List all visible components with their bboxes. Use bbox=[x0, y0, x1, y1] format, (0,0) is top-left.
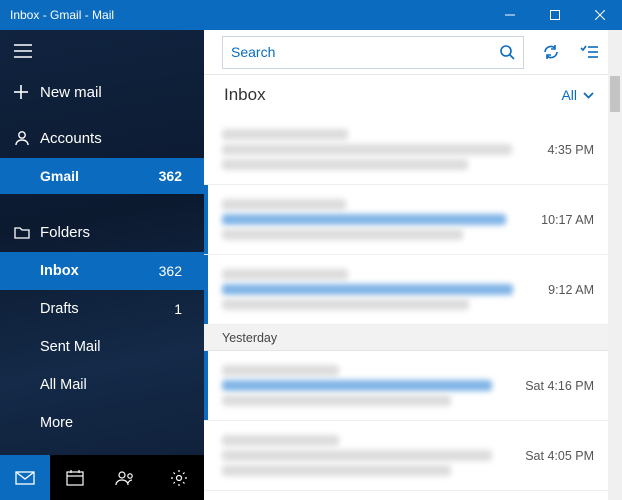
sync-button[interactable] bbox=[532, 36, 570, 69]
folder-sent-mail[interactable]: Sent Mail bbox=[0, 328, 204, 366]
message-preview bbox=[208, 257, 548, 322]
folder-inbox[interactable]: Inbox362 bbox=[0, 252, 204, 290]
select-mode-button[interactable] bbox=[570, 36, 608, 69]
search-icon[interactable] bbox=[499, 44, 515, 60]
plus-icon bbox=[14, 85, 40, 99]
filter-dropdown[interactable]: All bbox=[561, 87, 594, 103]
message-item[interactable]: 4:35 PM bbox=[204, 115, 608, 185]
folder-label: Sent Mail bbox=[40, 339, 182, 355]
search-box[interactable] bbox=[222, 36, 524, 69]
new-mail-button[interactable]: New mail bbox=[0, 72, 204, 112]
message-preview bbox=[208, 423, 525, 488]
folder-drafts[interactable]: Drafts1 bbox=[0, 290, 204, 328]
window-title: Inbox - Gmail - Mail bbox=[10, 8, 114, 22]
account-name: Gmail bbox=[40, 168, 159, 184]
chevron-down-icon bbox=[583, 92, 594, 99]
folder-label: Drafts bbox=[40, 301, 174, 317]
person-icon bbox=[14, 130, 40, 146]
folder-label: More bbox=[40, 415, 182, 431]
title-bar: Inbox - Gmail - Mail bbox=[0, 0, 622, 30]
folder-all-mail[interactable]: All Mail bbox=[0, 366, 204, 404]
folder-label: All Mail bbox=[40, 377, 182, 393]
content-pane: Inbox All 4:35 PM 10:17 AM 9:12 AM Yesterda… bbox=[204, 30, 622, 500]
folder-more[interactable]: More bbox=[0, 404, 204, 442]
message-time: Sat 4:05 PM bbox=[525, 449, 594, 463]
message-preview bbox=[208, 353, 525, 418]
new-mail-label: New mail bbox=[40, 84, 204, 101]
group-header: Yesterday bbox=[204, 325, 608, 351]
hamburger-button[interactable] bbox=[0, 30, 204, 72]
message-time: 9:12 AM bbox=[548, 283, 594, 297]
search-input[interactable] bbox=[231, 44, 499, 60]
list-title: Inbox bbox=[224, 85, 561, 105]
message-list: 4:35 PM 10:17 AM 9:12 AM Yesterday Sat 4:16 … bbox=[204, 115, 622, 500]
account-gmail[interactable]: Gmail 362 bbox=[0, 158, 204, 194]
maximize-button[interactable] bbox=[532, 0, 577, 30]
folder-count: 362 bbox=[159, 263, 204, 279]
folder-icon bbox=[14, 226, 40, 239]
message-time: 4:35 PM bbox=[547, 143, 594, 157]
list-header: Inbox All bbox=[204, 75, 622, 115]
folder-count: 1 bbox=[174, 301, 204, 317]
message-item[interactable]: 9:12 AM bbox=[204, 255, 608, 325]
accounts-label: Accounts bbox=[40, 130, 204, 147]
message-time: 10:17 AM bbox=[541, 213, 594, 227]
message-item[interactable]: Sat 4:16 PM bbox=[204, 351, 608, 421]
scrollbar-thumb[interactable] bbox=[610, 76, 620, 112]
message-item[interactable]: Sat 4:05 PM bbox=[204, 421, 608, 491]
folders-label: Folders bbox=[40, 224, 204, 241]
account-count: 362 bbox=[159, 168, 204, 184]
sidebar: New mail Accounts Gmail 362 Folders Inbo… bbox=[0, 30, 204, 500]
close-button[interactable] bbox=[577, 0, 622, 30]
folders-header[interactable]: Folders bbox=[0, 212, 204, 252]
settings-button[interactable] bbox=[154, 455, 204, 500]
message-time: Sat 4:16 PM bbox=[525, 379, 594, 393]
message-item[interactable]: 10:17 AM bbox=[204, 185, 608, 255]
bottom-bar bbox=[0, 455, 204, 500]
calendar-tab[interactable] bbox=[50, 455, 100, 500]
message-preview bbox=[208, 187, 541, 252]
people-tab[interactable] bbox=[100, 455, 150, 500]
accounts-header[interactable]: Accounts bbox=[0, 118, 204, 158]
filter-label: All bbox=[561, 87, 577, 103]
toolbar bbox=[204, 30, 622, 75]
minimize-button[interactable] bbox=[487, 0, 532, 30]
message-preview bbox=[208, 117, 547, 182]
folder-label: Inbox bbox=[40, 263, 159, 279]
mail-tab[interactable] bbox=[0, 455, 50, 500]
